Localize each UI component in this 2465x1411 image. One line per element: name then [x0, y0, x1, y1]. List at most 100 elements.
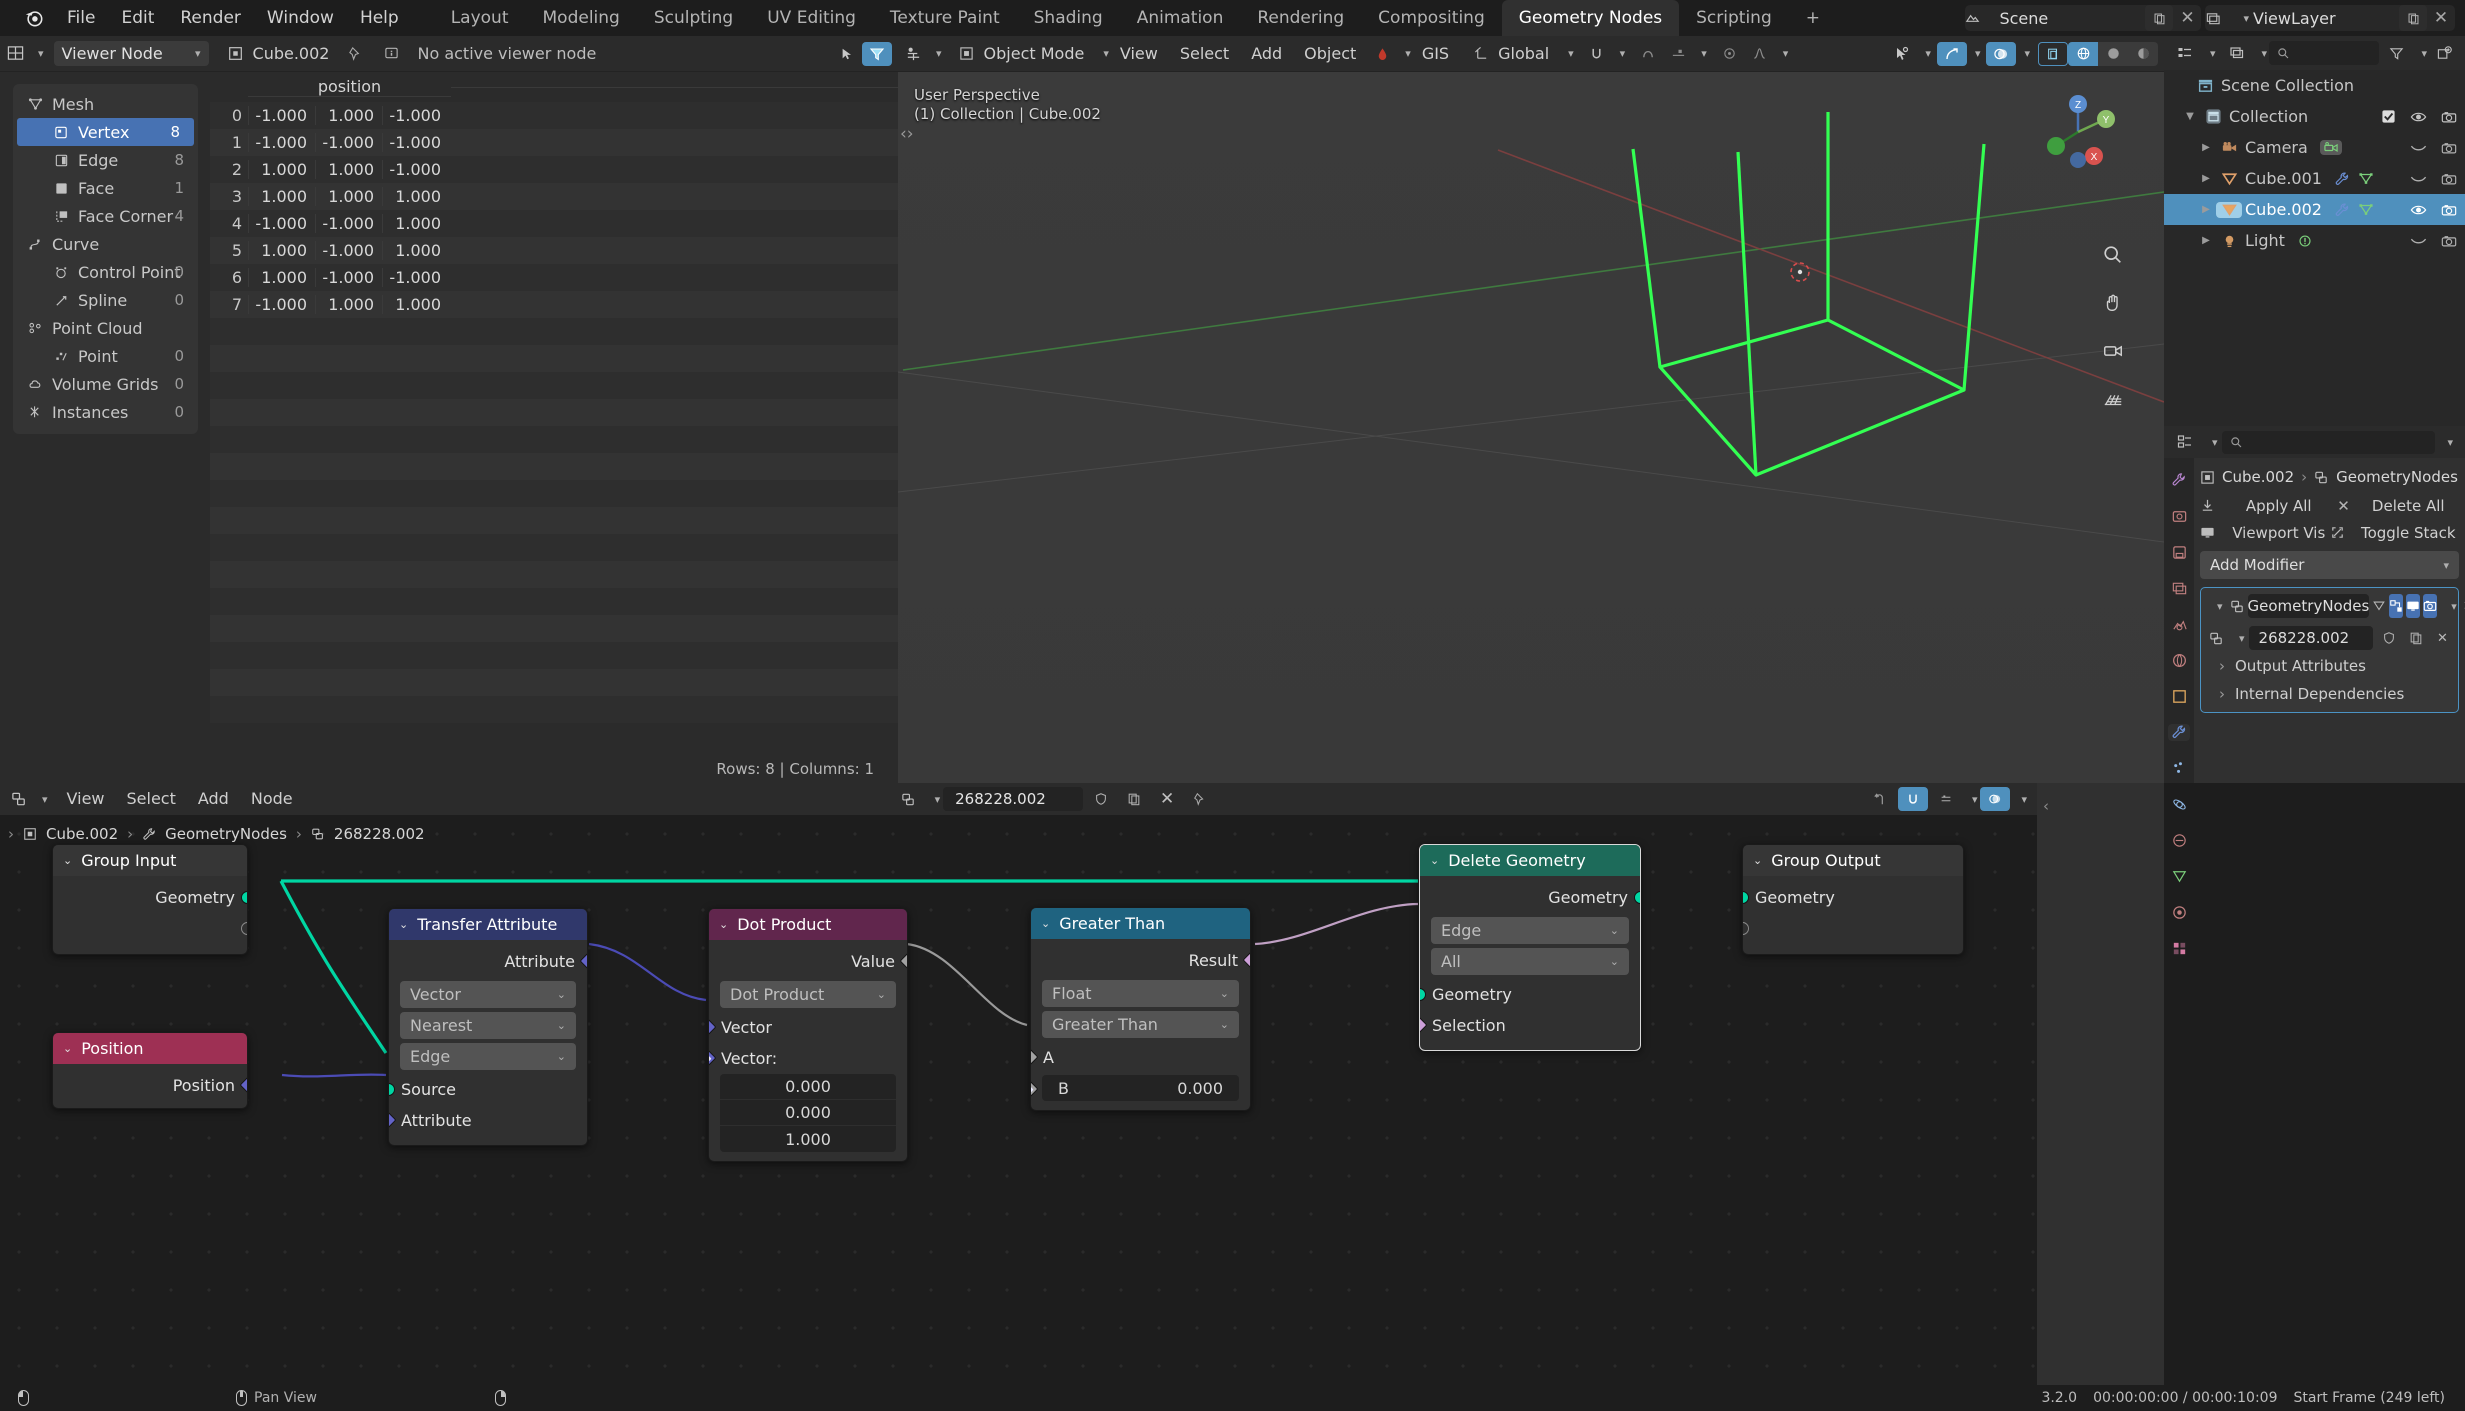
tab-add-workspace[interactable]: +: [1789, 0, 1837, 36]
viewport-menu-add[interactable]: Add: [1240, 36, 1293, 72]
outliner-filter-icon[interactable]: [2381, 41, 2411, 65]
filter-funnel-icon[interactable]: [862, 41, 892, 66]
hand-pan-icon[interactable]: [2098, 288, 2128, 318]
node-header[interactable]: ⌄ Dot Product: [709, 909, 907, 940]
input-socket-selection[interactable]: Selection: [1420, 1010, 1640, 1041]
viewlayer-selector[interactable]: ▾ ViewLayer ✕: [2205, 5, 2455, 31]
scene-selector[interactable]: Scene ✕: [1965, 5, 2202, 31]
breadcrumb-object[interactable]: Cube.002: [46, 825, 118, 843]
socket-vector-icon[interactable]: [579, 952, 587, 970]
tab-output[interactable]: [2168, 544, 2190, 561]
output-attributes-section[interactable]: › Output Attributes: [2205, 652, 2454, 680]
tab-rendering[interactable]: Rendering: [1240, 0, 1361, 36]
hide-in-viewport-closed-eye-icon[interactable]: [2410, 174, 2427, 184]
shading-wireframe-icon[interactable]: [2068, 41, 2098, 66]
mesh-data-icon[interactable]: [2358, 171, 2374, 186]
tab-texture-paint[interactable]: Texture Paint: [873, 0, 1017, 36]
gis-menu[interactable]: GIS: [1411, 36, 1460, 72]
camera-view-icon[interactable]: [2098, 336, 2128, 366]
camera-data-icon[interactable]: [2319, 140, 2342, 155]
outliner-item-cube-002[interactable]: ▶ Cube.002: [2164, 194, 2465, 225]
output-socket-position[interactable]: Position: [53, 1070, 247, 1101]
modifier-wrench-icon[interactable]: [2334, 202, 2350, 218]
socket-geometry-icon[interactable]: [389, 1083, 395, 1096]
node-header[interactable]: ⌄ Group Output: [1743, 845, 1963, 876]
disable-in-render-camera-icon[interactable]: [2441, 141, 2457, 155]
node-menu-view[interactable]: View: [56, 781, 116, 817]
pin-icon[interactable]: [340, 42, 370, 66]
input-socket-attribute[interactable]: Attribute: [389, 1105, 587, 1136]
tab-render[interactable]: [2168, 508, 2190, 525]
viewport-menu-object[interactable]: Object: [1293, 36, 1367, 72]
hide-in-viewport-eye-icon[interactable]: [2410, 110, 2427, 124]
expand-triangle-icon[interactable]: ▶: [2196, 204, 2216, 215]
tab-scene[interactable]: [2168, 616, 2190, 633]
node-collapse-chevron-down-icon[interactable]: ⌄: [1041, 917, 1050, 930]
socket-float-value-icon[interactable]: [1031, 1080, 1039, 1098]
node-canvas[interactable]: › Cube.002 › GeometryNodes › 268228.002: [0, 815, 2037, 1385]
tab-physics[interactable]: [2168, 796, 2190, 813]
sidebar-collapse-arrow-icon[interactable]: ‹: [2043, 797, 2049, 815]
navigation-gizmo[interactable]: Z Y X: [2032, 86, 2124, 178]
outliner-item-collection[interactable]: ▼ Collection: [2164, 101, 2465, 132]
dropdown-mapping[interactable]: Nearest ⌄: [400, 1012, 576, 1039]
tab-tool[interactable]: [2168, 472, 2190, 489]
menu-render[interactable]: Render: [167, 0, 254, 36]
socket-float-icon[interactable]: [899, 952, 907, 970]
socket-geometry-icon[interactable]: [1420, 988, 1426, 1001]
hide-in-viewport-closed-eye-icon[interactable]: [2410, 236, 2427, 246]
node-group-name-field[interactable]: 268228.002: [943, 787, 1084, 811]
dropdown-domain[interactable]: Edge ⌄: [1431, 917, 1629, 944]
properties-search-input[interactable]: [2221, 430, 2436, 454]
expand-triangle-icon[interactable]: ▼: [2180, 111, 2200, 122]
output-socket-result[interactable]: Result: [1031, 945, 1250, 976]
new-collection-icon[interactable]: [2429, 41, 2459, 65]
domain-control-point[interactable]: Control Point 0: [13, 258, 198, 286]
node-collapse-chevron-down-icon[interactable]: ⌄: [1753, 854, 1762, 867]
overlays-chevron-down-icon[interactable]: ▾: [2021, 793, 2027, 806]
node-editor-type-icon[interactable]: [4, 787, 34, 811]
output-socket-attribute[interactable]: Attribute: [389, 946, 587, 977]
node-menu-add[interactable]: Add: [187, 781, 240, 817]
domain-vertex[interactable]: Vertex 8: [17, 118, 194, 146]
menu-window[interactable]: Window: [254, 0, 347, 36]
remove-viewlayer-button[interactable]: ✕: [2427, 5, 2455, 31]
domain-volume-grids[interactable]: Volume Grids 0: [13, 370, 198, 398]
socket-vector-icon[interactable]: [239, 1076, 247, 1094]
input-socket-virtual[interactable]: [1743, 913, 1963, 944]
viewport-vis-button[interactable]: Viewport Vis: [2200, 519, 2330, 546]
hide-in-viewport-closed-eye-icon[interactable]: [2410, 143, 2427, 153]
add-modifier-button[interactable]: Add Modifier ▾: [2200, 551, 2459, 579]
domain-mesh[interactable]: Mesh: [13, 90, 198, 118]
domain-point-cloud[interactable]: Point Cloud: [13, 314, 198, 342]
breadcrumb-modifier[interactable]: GeometryNodes: [165, 825, 287, 843]
socket-virtual-icon[interactable]: [1743, 922, 1749, 935]
snap-toggle-icon[interactable]: [1897, 787, 1928, 811]
input-socket-vector-a[interactable]: Vector: [709, 1012, 907, 1043]
dropdown-operation[interactable]: Dot Product ⌄: [720, 981, 896, 1008]
input-socket-geometry[interactable]: Geometry: [1743, 882, 1963, 913]
input-field-b[interactable]: B 0.000: [1042, 1075, 1239, 1101]
render-toggle-icon[interactable]: [2423, 594, 2438, 618]
node-header[interactable]: ⌄ Position: [53, 1033, 247, 1064]
go-to-parent-icon[interactable]: [1865, 787, 1895, 811]
unlink-node-group-x-icon[interactable]: ✕: [1152, 787, 1182, 811]
outliner-item-cube-001[interactable]: ▶ Cube.001: [2164, 163, 2465, 194]
xray-toggle-icon[interactable]: [2038, 41, 2068, 66]
remove-scene-button[interactable]: ✕: [2173, 5, 2201, 31]
tab-layout[interactable]: Layout: [434, 0, 526, 36]
properties-editor-type-icon[interactable]: [2170, 430, 2200, 454]
menu-help[interactable]: Help: [347, 0, 412, 36]
new-scene-button[interactable]: [2145, 5, 2174, 31]
output-socket-geometry[interactable]: Geometry: [1420, 882, 1640, 913]
domain-face[interactable]: Face 1: [13, 174, 198, 202]
socket-geometry-icon[interactable]: [241, 891, 247, 904]
tab-world[interactable]: [2168, 652, 2190, 669]
domain-face-corner[interactable]: Face Corner 4: [13, 202, 198, 230]
socket-boolean-icon[interactable]: [1420, 1016, 1428, 1034]
input-socket-a[interactable]: A: [1031, 1042, 1250, 1073]
table-row[interactable]: 6 1.000 -1.000 -1.000: [210, 264, 898, 291]
tab-animation[interactable]: Animation: [1120, 0, 1241, 36]
output-socket-virtual[interactable]: [53, 913, 247, 944]
tab-view-layer[interactable]: [2168, 580, 2190, 597]
